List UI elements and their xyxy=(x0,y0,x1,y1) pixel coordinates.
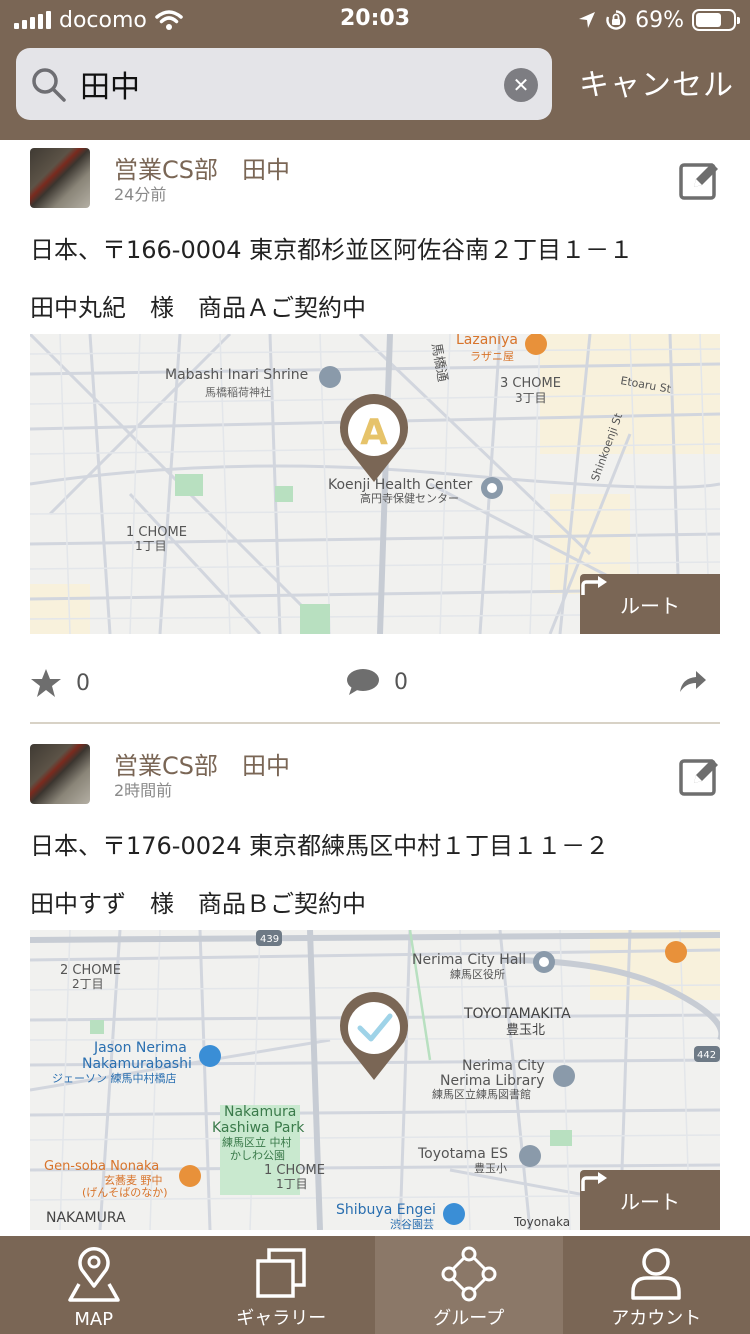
battery-percent: 69% xyxy=(635,7,684,33)
route-button[interactable]: ルート xyxy=(580,574,720,634)
gallery-icon xyxy=(256,1248,306,1298)
share-button[interactable] xyxy=(678,668,708,694)
svg-text:かしわ公園: かしわ公園 xyxy=(230,1149,285,1162)
search-results-feed[interactable]: 営業CS部 田中 24分前 日本、〒166-0004 東京都杉並区阿佐谷南２丁目… xyxy=(0,140,750,1236)
cancel-button[interactable]: キャンセル xyxy=(579,60,734,104)
tab-map[interactable]: MAP xyxy=(0,1236,188,1334)
svg-text:高円寺保健センター: 高円寺保健センター xyxy=(360,491,459,505)
svg-text:Gen-soba Nonaka: Gen-soba Nonaka xyxy=(44,1159,159,1174)
svg-text:Kashiwa Park: Kashiwa Park xyxy=(212,1120,305,1136)
search-box[interactable]: ✕ xyxy=(16,48,552,120)
tab-label: MAP xyxy=(74,1309,114,1330)
map-pin-icon xyxy=(68,1247,120,1302)
svg-text:Nakamurabashi: Nakamurabashi xyxy=(82,1056,192,1072)
post-note: 田中すず 様 商品Ｂご契約中 xyxy=(30,890,366,918)
svg-text:Mabashi Inari Shrine: Mabashi Inari Shrine xyxy=(165,367,308,383)
post-time: 24分前 xyxy=(114,185,167,204)
svg-text:ラザニ屋: ラザニ屋 xyxy=(470,350,514,363)
svg-text:1 CHOME: 1 CHOME xyxy=(264,1163,325,1178)
tab-label: アカウント xyxy=(611,1308,702,1329)
svg-text:442: 442 xyxy=(697,1050,716,1061)
star-icon xyxy=(31,669,61,697)
svg-text:2 CHOME: 2 CHOME xyxy=(60,963,121,978)
svg-text:NAKAMURA: NAKAMURA xyxy=(46,1210,126,1226)
svg-text:豊玉北: 豊玉北 xyxy=(506,1023,545,1038)
svg-text:Koenji Health Center: Koenji Health Center xyxy=(328,477,473,493)
svg-text:練馬区立 中村: 練馬区立 中村 xyxy=(222,1135,292,1149)
edit-icon[interactable] xyxy=(678,158,722,202)
search-header: ✕ キャンセル xyxy=(0,40,750,140)
svg-text:練馬区立練馬図書館: 練馬区立練馬図書館 xyxy=(432,1087,531,1101)
search-input[interactable] xyxy=(80,62,500,106)
tab-account[interactable]: アカウント xyxy=(563,1236,750,1334)
tab-gallery[interactable]: ギャラリー xyxy=(188,1236,376,1334)
post-address: 日本、〒176-0024 東京都練馬区中村１丁目１１－２ xyxy=(30,832,610,860)
avatar[interactable] xyxy=(30,744,90,804)
svg-text:3丁目: 3丁目 xyxy=(515,391,547,405)
svg-text:Nerima City: Nerima City xyxy=(462,1058,545,1074)
svg-text:1 CHOME: 1 CHOME xyxy=(126,525,187,540)
svg-text:Nerima Library: Nerima Library xyxy=(440,1073,544,1089)
route-label: ルート xyxy=(620,593,680,618)
svg-text:ジェーソン 練馬中村橋店: ジェーソン 練馬中村橋店 xyxy=(52,1071,177,1085)
tab-label: ギャラリー xyxy=(236,1308,327,1329)
tab-group[interactable]: グループ xyxy=(375,1236,563,1334)
divider xyxy=(30,722,720,724)
status-right: 69% xyxy=(577,6,740,34)
comment-count: 0 xyxy=(394,669,408,695)
svg-text:439: 439 xyxy=(260,934,279,945)
route-label: ルート xyxy=(620,1189,680,1214)
edit-icon[interactable] xyxy=(678,754,722,798)
svg-text:Nerima City Hall: Nerima City Hall xyxy=(412,952,526,968)
svg-text:渋谷園芸: 渋谷園芸 xyxy=(390,1218,434,1230)
post-address: 日本、〒166-0004 東京都杉並区阿佐谷南２丁目１－１ xyxy=(30,236,634,264)
svg-text:1丁目: 1丁目 xyxy=(135,539,167,553)
status-bar: docomo 20:03 69% xyxy=(0,0,750,40)
svg-text:TOYOTAMAKITA: TOYOTAMAKITA xyxy=(463,1006,571,1022)
svg-text:Lazaniya: Lazaniya xyxy=(456,334,518,348)
svg-text:Toyotama ES: Toyotama ES xyxy=(417,1146,508,1162)
svg-text:2丁目: 2丁目 xyxy=(72,977,104,991)
clear-search-button[interactable]: ✕ xyxy=(504,68,538,102)
svg-text:Shibuya Engei: Shibuya Engei xyxy=(336,1202,436,1218)
comment-button[interactable]: 0 xyxy=(346,668,408,696)
rotation-lock-icon xyxy=(606,10,626,30)
svg-text:(げんそばのなか): (げんそばのなか) xyxy=(82,1186,168,1199)
comment-icon xyxy=(347,669,379,695)
location-map[interactable]: 439 442 2 CHOME 2丁目 Nerima City Hall 練馬区… xyxy=(30,930,720,1230)
account-icon xyxy=(631,1248,681,1300)
svg-text:A: A xyxy=(360,412,388,453)
tab-bar: MAP ギャラリー グループ アカウント xyxy=(0,1236,750,1334)
post-note: 田中丸紀 様 商品Ａご契約中 xyxy=(30,294,366,322)
avatar[interactable] xyxy=(30,148,90,208)
location-arrow-icon xyxy=(579,12,596,28)
svg-text:玄蕎麦 野中: 玄蕎麦 野中 xyxy=(104,1173,163,1187)
turn-right-icon xyxy=(581,576,607,595)
post-actions: 0 0 xyxy=(30,668,720,708)
svg-text:3 CHOME: 3 CHOME xyxy=(500,376,561,391)
svg-text:練馬区役所: 練馬区役所 xyxy=(450,967,505,981)
location-map[interactable]: Mabashi Inari Shrine 馬橋稲荷神社 Lazaniya ラザニ… xyxy=(30,334,720,634)
like-button[interactable]: 0 xyxy=(30,668,90,698)
svg-text:Nakamura: Nakamura xyxy=(224,1104,296,1120)
svg-text:Toyonaka: Toyonaka xyxy=(513,1215,570,1229)
svg-text:馬橋稲荷神社: 馬橋稲荷神社 xyxy=(205,385,271,399)
turn-right-icon xyxy=(581,1172,607,1191)
route-button[interactable]: ルート xyxy=(580,1170,720,1230)
group-icon xyxy=(441,1246,497,1302)
svg-text:Jason Nerima: Jason Nerima xyxy=(93,1040,187,1056)
svg-text:豊玉小: 豊玉小 xyxy=(474,1162,507,1175)
like-count: 0 xyxy=(76,670,90,696)
post-time: 2時間前 xyxy=(114,781,173,800)
post-author[interactable]: 営業CS部 田中 xyxy=(114,746,290,781)
share-icon xyxy=(680,671,706,692)
battery-icon xyxy=(692,9,740,31)
tab-label: グループ xyxy=(433,1308,505,1329)
post-author[interactable]: 営業CS部 田中 xyxy=(114,150,290,185)
search-icon xyxy=(32,68,66,102)
svg-text:1丁目: 1丁目 xyxy=(276,1177,308,1191)
